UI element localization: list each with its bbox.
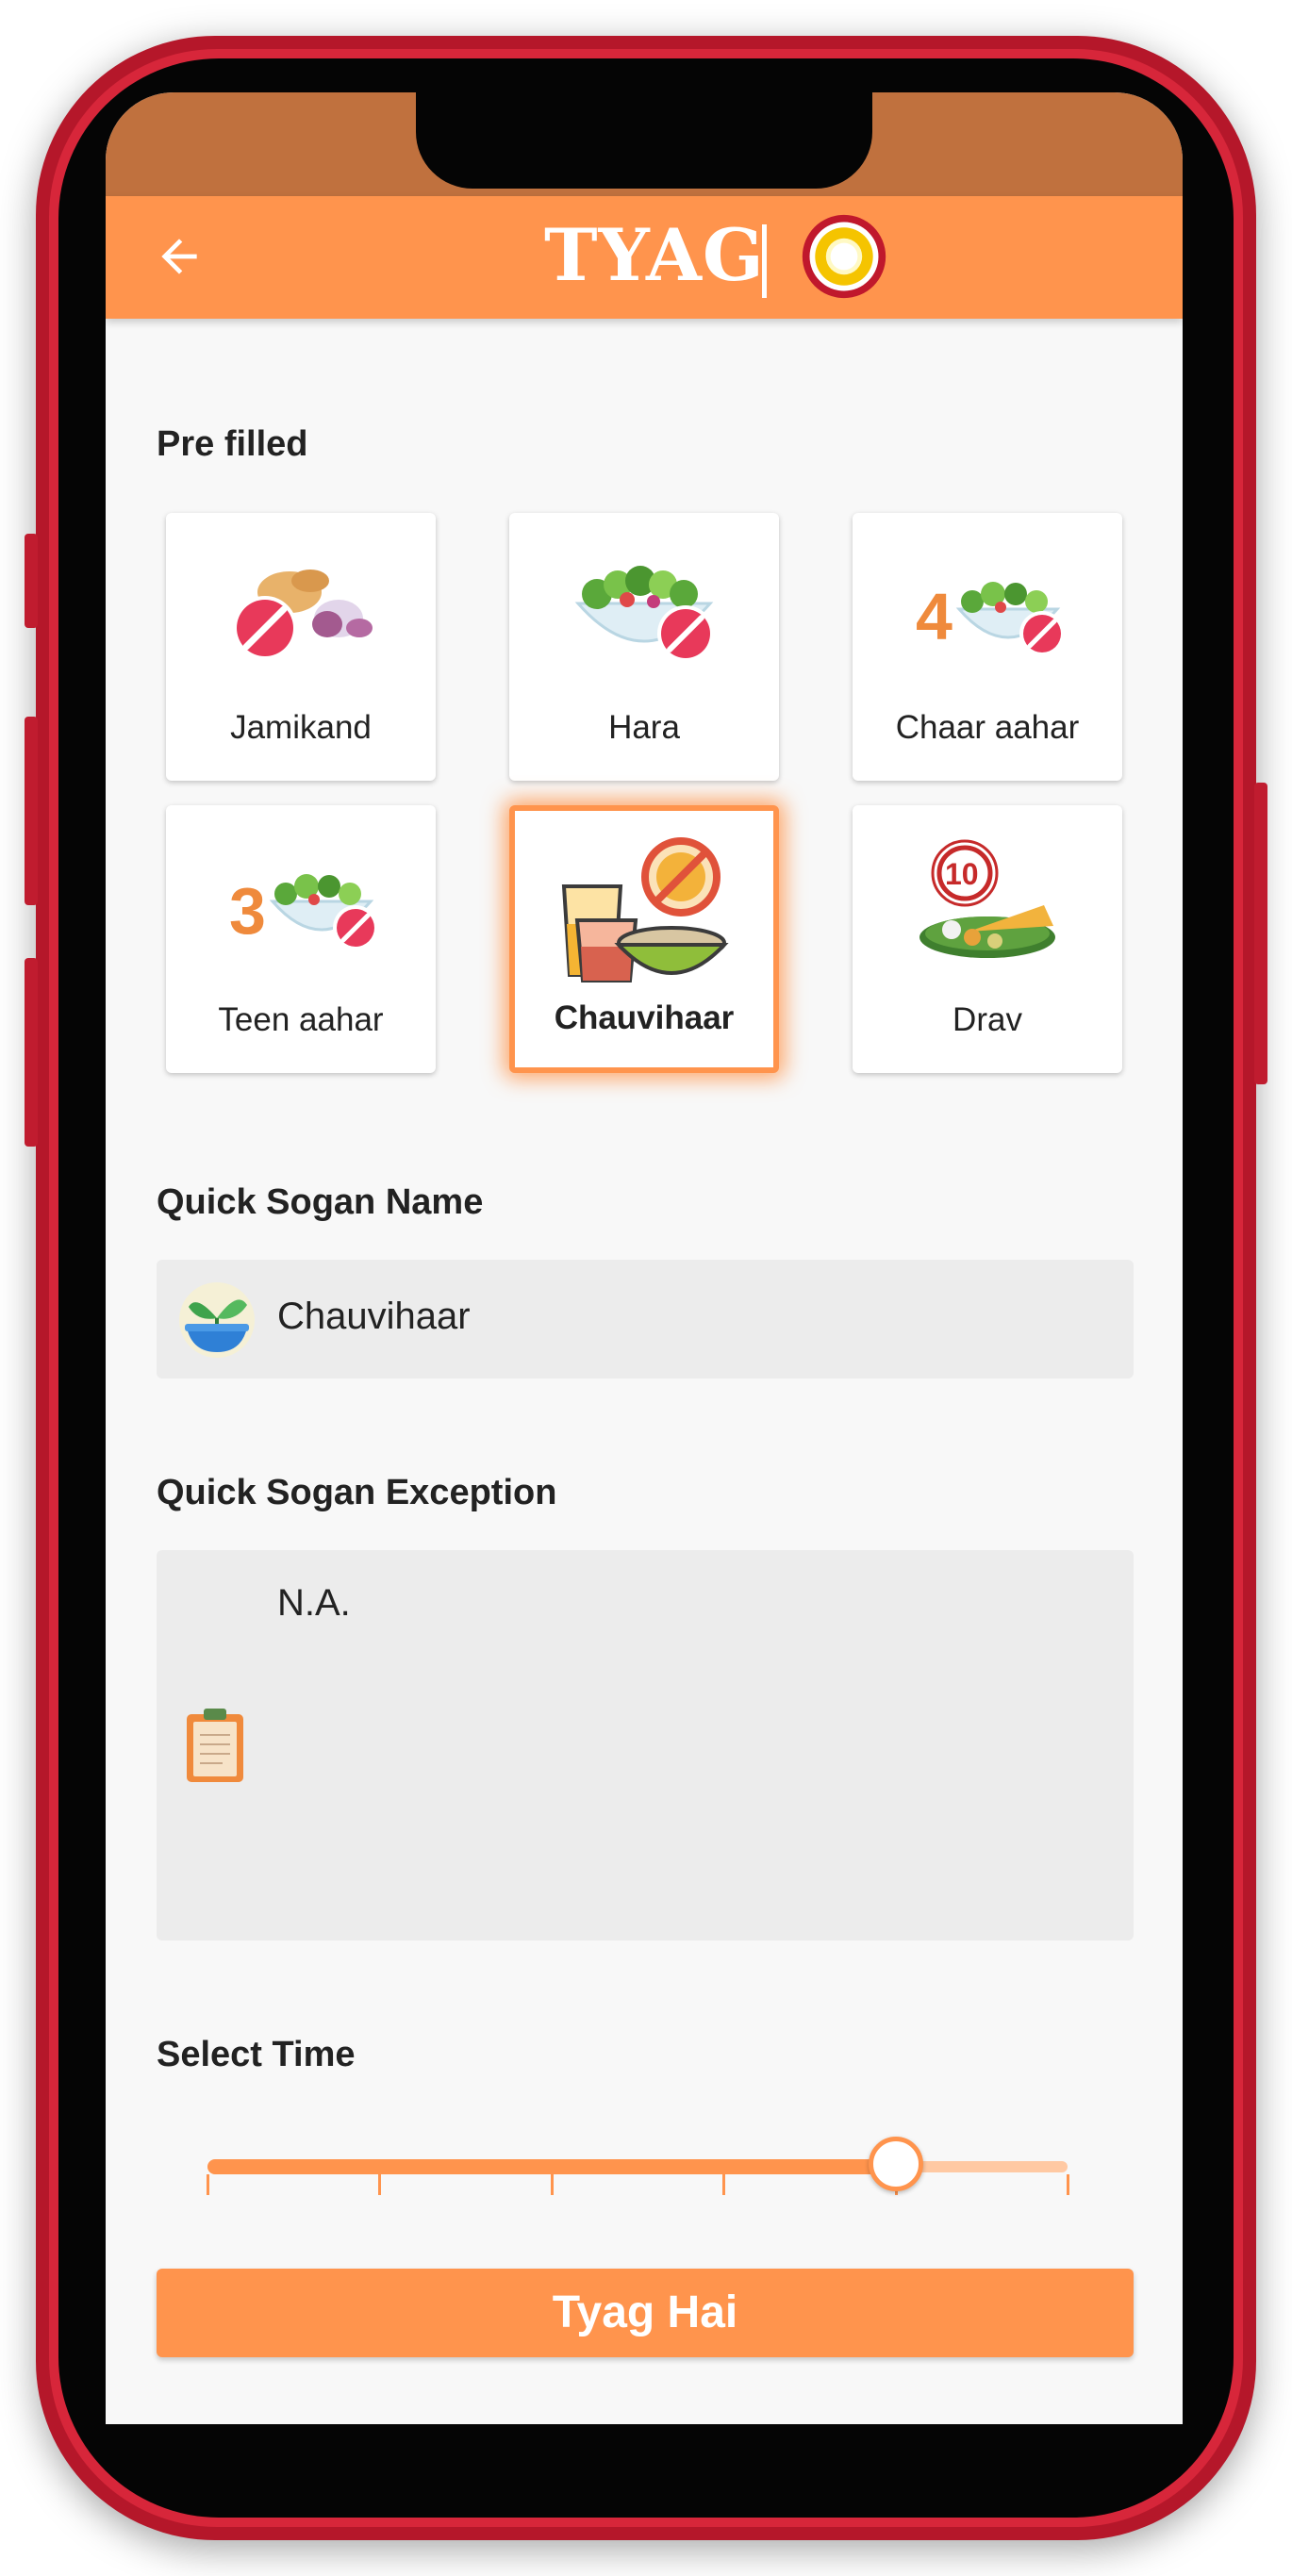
prefilled-heading: Pre filled	[157, 424, 308, 464]
card-chauvihaar[interactable]: Chauvihaar	[509, 805, 779, 1073]
power-button	[1254, 783, 1267, 1084]
arrow-left-icon[interactable]	[153, 230, 206, 283]
card-label: Chauvihaar	[554, 999, 735, 1036]
select-time-heading: Select Time	[157, 2035, 356, 2074]
ring-logo-icon	[802, 214, 886, 299]
green-salad-prohibited-icon	[574, 566, 714, 662]
volume-up-button	[25, 717, 38, 905]
food-and-drink-after-sunset-prohibited-icon	[561, 837, 729, 983]
app-bar: TYAG	[106, 196, 1183, 319]
sogan-name-field[interactable]: Chauvihaar	[157, 1260, 1134, 1379]
ten-item-meal-icon: 10	[919, 839, 1055, 958]
app-screen: TYAG Pre filled Jamikand Hara 4 Chaar aa…	[106, 92, 1183, 2424]
notch	[416, 92, 872, 189]
sogan-exception-heading: Quick Sogan Exception	[157, 1473, 557, 1512]
svg-text:4: 4	[916, 580, 952, 653]
four-meals-prohibited-icon: 4	[916, 580, 1065, 656]
sprout-bowl-icon	[179, 1282, 255, 1358]
time-slider-tick	[207, 2174, 209, 2195]
time-slider-tick	[551, 2174, 554, 2195]
mute-switch	[25, 534, 38, 628]
sogan-exception-value: N.A.	[277, 1582, 351, 1624]
three-meals-prohibited-icon: 3	[229, 874, 378, 950]
sogan-exception-field[interactable]: N.A.	[157, 1550, 1134, 1940]
card-label: Chaar aahar	[895, 709, 1080, 746]
card-label: Hara	[608, 709, 680, 746]
svg-text:10: 10	[945, 857, 979, 891]
sogan-name-value: Chauvihaar	[277, 1296, 471, 1337]
clipboard-icon	[187, 1709, 243, 1782]
time-slider-fill	[207, 2159, 896, 2174]
root-vegetables-prohibited-icon	[233, 570, 373, 660]
card-label: Drav	[952, 1001, 1022, 1038]
card-chaar-aahar[interactable]: 4 Chaar aahar	[853, 513, 1122, 781]
time-slider-tick	[378, 2174, 381, 2195]
time-slider-thumb[interactable]	[868, 2137, 923, 2191]
card-drav[interactable]: 10 Drav	[853, 805, 1122, 1073]
card-teen-aahar[interactable]: 3 Teen aahar	[166, 805, 436, 1073]
title-divider	[762, 224, 767, 298]
tyag-hai-button[interactable]: Tyag Hai	[157, 2269, 1134, 2357]
card-label: Teen aahar	[218, 1001, 384, 1038]
volume-down-button	[25, 958, 38, 1147]
svg-text:3: 3	[229, 874, 266, 948]
sogan-name-heading: Quick Sogan Name	[157, 1182, 484, 1222]
card-jamikand[interactable]: Jamikand	[166, 513, 436, 781]
app-title: TYAG	[544, 213, 765, 297]
time-slider-tick	[1067, 2174, 1069, 2195]
card-hara[interactable]: Hara	[509, 513, 779, 781]
time-slider-tick	[722, 2174, 725, 2195]
card-label: Jamikand	[230, 709, 372, 746]
